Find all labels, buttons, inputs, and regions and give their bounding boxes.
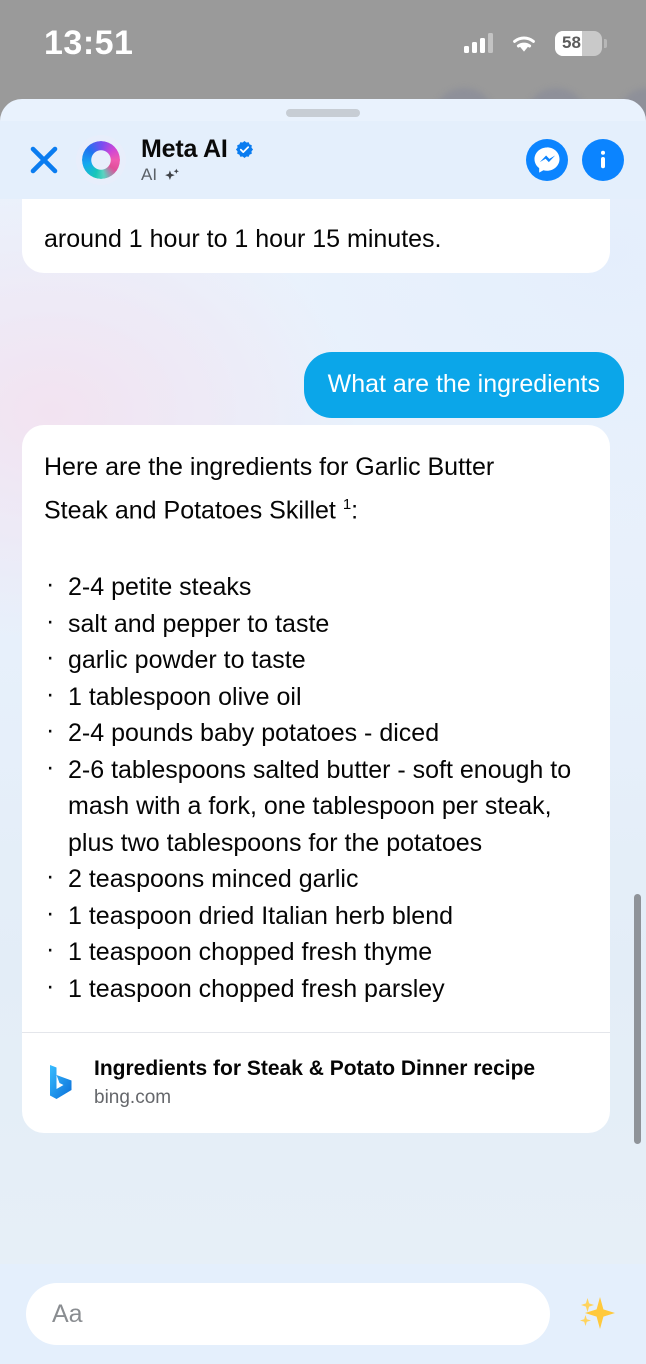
- phone-screen: 13:51 58 Meta AI AI around 1 hour to 1 h…: [0, 0, 646, 1364]
- page-title: Meta AI: [141, 135, 228, 163]
- cellular-signal-icon: [464, 33, 493, 53]
- chat-header: Meta AI AI: [0, 121, 646, 199]
- battery-level-label: 58: [562, 33, 581, 52]
- ai-intro-line-2: Steak and Potatoes Skillet: [44, 496, 336, 525]
- ingredient-item: 1 teaspoon chopped fresh parsley: [44, 968, 588, 1008]
- ai-intro-line-1: Here are the ingredients for Garlic Butt…: [44, 453, 495, 481]
- source-title: Ingredients for Steak & Potato Dinner re…: [94, 1057, 536, 1081]
- ingredient-item: 2-6 tablespoons salted butter - soft eno…: [44, 749, 588, 862]
- wifi-icon: [513, 36, 535, 52]
- status-bar: 13:51 58: [0, 0, 646, 86]
- message-input[interactable]: [26, 1283, 550, 1345]
- source-text-block: Ingredients for Steak & Potato Dinner re…: [94, 1055, 535, 1109]
- ai-intro-suffix: :: [351, 496, 359, 525]
- sparkle-button[interactable]: [568, 1288, 620, 1340]
- conversation-scroll-area[interactable]: around 1 hour to 1 hour 15 minutes. What…: [0, 199, 646, 1265]
- info-button[interactable]: [582, 139, 624, 181]
- sparkle-icon: [165, 168, 180, 180]
- ingredient-list: 2-4 petite steakssalt and pepper to tast…: [44, 566, 588, 1008]
- vertical-scrollbar[interactable]: [634, 894, 641, 1144]
- user-message-bubble[interactable]: What are the ingredients: [303, 352, 624, 418]
- ingredient-item: 1 tablespoon olive oil: [44, 676, 588, 716]
- ai-message-partial-top: around 1 hour to 1 hour 15 minutes.: [22, 199, 610, 273]
- citation-marker[interactable]: 1: [343, 496, 351, 513]
- sheet-grab-handle[interactable]: [286, 109, 360, 117]
- messenger-button[interactable]: [526, 139, 568, 181]
- ingredient-item: salt and pepper to taste: [44, 603, 588, 643]
- ingredient-item: 1 teaspoon dried Italian herb blend: [44, 895, 588, 935]
- ai-message-body: Here are the ingredients for Garlic Butt…: [22, 425, 610, 1023]
- source-card[interactable]: Ingredients for Steak & Potato Dinner re…: [22, 1033, 610, 1133]
- info-icon: [601, 150, 605, 169]
- ai-message-text: around 1 hour to 1 hour 15 minutes.: [44, 225, 442, 253]
- chat-title-block: Meta AI AI: [141, 135, 526, 185]
- verified-badge-icon: [235, 140, 253, 159]
- ingredient-item: 2-4 pounds baby potatoes - diced: [44, 712, 588, 752]
- ingredient-item: 2-4 petite steaks: [44, 566, 588, 606]
- message-composer: [0, 1264, 646, 1364]
- ingredient-item: 1 teaspoon chopped fresh thyme: [44, 931, 588, 971]
- meta-ai-sheet: Meta AI AI around 1 hour to 1 hour 15 mi…: [0, 99, 646, 1364]
- status-bar-indicators: 58: [464, 30, 607, 56]
- header-actions: [526, 139, 624, 181]
- bing-logo-icon: [50, 1065, 72, 1100]
- close-button[interactable]: [22, 138, 66, 182]
- ingredient-item: garlic powder to taste: [44, 639, 588, 679]
- ingredient-item: 2 teaspoons minced garlic: [44, 858, 588, 898]
- messenger-icon: [534, 147, 560, 173]
- source-domain: bing.com: [94, 1087, 172, 1109]
- close-icon: [30, 146, 58, 174]
- chat-subtitle: AI: [141, 165, 158, 184]
- meta-ai-logo-icon: [82, 141, 120, 179]
- status-bar-clock: 13:51: [44, 23, 134, 62]
- battery-icon: 58: [555, 30, 607, 56]
- ai-intro-text: Here are the ingredients for Garlic Butt…: [44, 449, 588, 529]
- meta-ai-avatar[interactable]: [76, 135, 126, 185]
- ai-message-bubble: Here are the ingredients for Garlic Butt…: [22, 425, 610, 1134]
- sparkle-button-icon: [580, 1297, 615, 1329]
